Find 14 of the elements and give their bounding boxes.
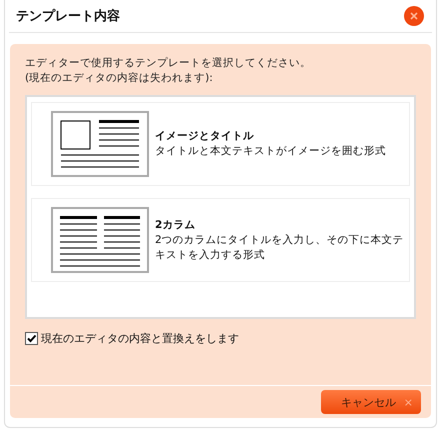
instruction-text: エディターで使用するテンプレートを選択してください。 (現在のエディタの内容は失われます): (25, 56, 312, 86)
two-column-layout-icon (51, 207, 149, 273)
template-title: 2カラム (155, 218, 196, 232)
window-title: テンプレート内容 (16, 8, 120, 25)
template-title: イメージとタイトル (155, 129, 255, 144)
cancel-button[interactable]: キャンセル × (321, 390, 421, 414)
template-item[interactable]: 2カラム 2つのカラムにタイトルを入力し、その下に本文テキストを入力する形式 (31, 198, 410, 282)
replace-checkbox[interactable] (25, 332, 38, 345)
template-description: 2つのカラムにタイトルを入力し、その下に本文テキストを入力する形式 (155, 232, 405, 262)
image-title-layout-icon (51, 111, 149, 177)
template-item[interactable]: イメージとタイトル タイトルと本文テキストがイメージを囲む形式 (31, 102, 410, 186)
template-description: タイトルと本文テキストがイメージを囲む形式 (155, 144, 387, 159)
close-icon[interactable] (404, 6, 424, 26)
replace-option-label: 現在のエディタの内容と置換えをします (41, 331, 239, 346)
